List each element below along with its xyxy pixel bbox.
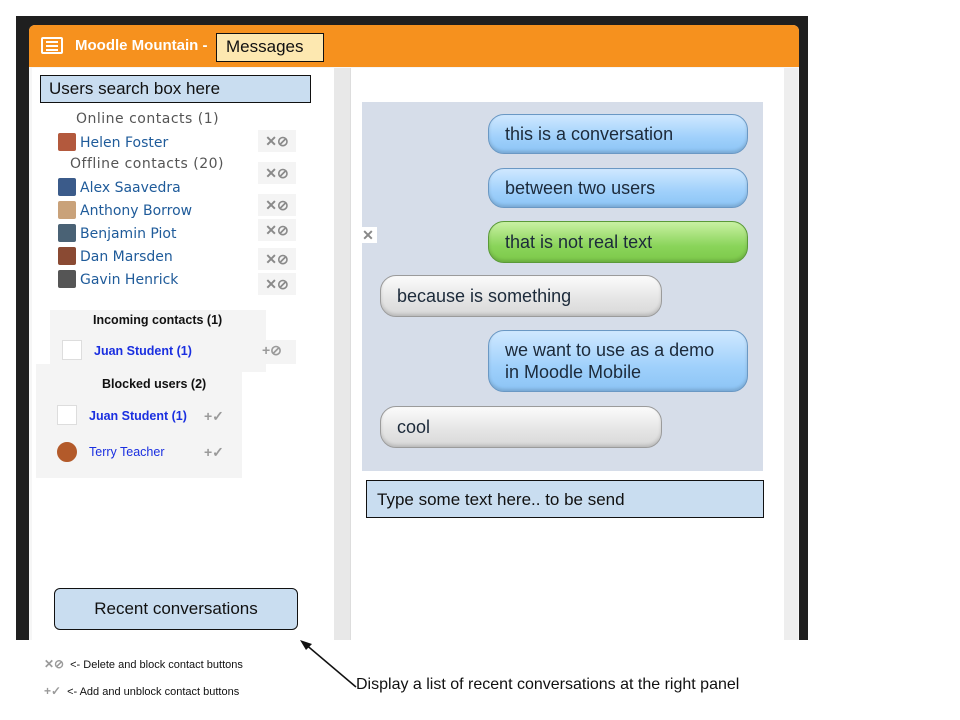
avatar xyxy=(62,340,82,360)
legend-delete: ✕⊘ <- Delete and block contact buttons xyxy=(44,657,243,671)
messages-callout: Messages xyxy=(216,33,324,62)
blocked-users-box: Blocked users (2) Juan Student (1) +✓ Te… xyxy=(36,364,242,478)
contact-anthony-borrow[interactable]: Anthony Borrow xyxy=(58,201,192,221)
avatar xyxy=(58,247,76,265)
scrollbar-track[interactable] xyxy=(784,68,798,640)
close-icon[interactable]: ✕ xyxy=(359,227,377,243)
incoming-contact-juan-student[interactable]: Juan Student (1) xyxy=(94,344,192,358)
incoming-actions: +⊘ xyxy=(258,340,296,364)
app-header: Moodle Mountain - xyxy=(29,25,799,67)
offline-contacts-heading: Offline contacts (20) xyxy=(70,156,224,172)
contact-name: Dan Marsden xyxy=(80,249,173,265)
avatar xyxy=(58,224,76,242)
delete-block-icons: ✕⊘ xyxy=(44,657,65,671)
add-unblock-icons: +✓ xyxy=(44,684,62,698)
legend-text: <- Delete and block contact buttons xyxy=(70,659,243,671)
arrow-icon xyxy=(300,640,357,688)
avatar xyxy=(57,405,77,425)
message-bubble: because is something xyxy=(380,275,662,317)
message-bubble: we want to use as a demo in Moodle Mobil… xyxy=(488,330,748,392)
menu-icon[interactable] xyxy=(41,37,63,54)
delete-block-icons[interactable]: ✕⊘ xyxy=(258,130,296,152)
contact-benjamin-piot[interactable]: Benjamin Piot xyxy=(58,224,177,244)
delete-block-icons[interactable]: ✕⊘ xyxy=(258,219,296,241)
message-input[interactable]: Type some text here.. to be send xyxy=(366,480,764,518)
online-contacts-heading: Online contacts (1) xyxy=(76,111,220,127)
delete-block-icons[interactable]: ✕⊘ xyxy=(258,194,296,216)
contact-alex-saavedra[interactable]: Alex Saavedra xyxy=(58,178,181,198)
add-unblock-icons[interactable]: +✓ xyxy=(204,444,224,461)
legend-add: +✓ <- Add and unblock contact buttons xyxy=(44,684,239,698)
message-bubble: this is a conversation xyxy=(488,114,748,154)
avatar xyxy=(58,201,76,219)
blocked-users-heading: Blocked users (2) xyxy=(102,377,207,391)
legend-text: <- Add and unblock contact buttons xyxy=(67,686,240,698)
recent-conversations-button[interactable]: Recent conversations xyxy=(54,588,298,630)
message-line: we want to use as a demo xyxy=(505,340,715,360)
conversation-area: this is a conversation between two users… xyxy=(362,102,763,471)
search-input[interactable]: Users search box here xyxy=(40,75,311,103)
delete-block-icons[interactable]: ✕⊘ xyxy=(258,162,296,184)
annotation-note: Display a list of recent conversations a… xyxy=(356,676,740,693)
panel-divider xyxy=(334,68,350,640)
add-block-icons[interactable]: +⊘ xyxy=(262,342,282,359)
avatar xyxy=(58,270,76,288)
message-bubble: that is not real text xyxy=(488,221,748,263)
contact-dan-marsden[interactable]: Dan Marsden xyxy=(58,247,173,267)
contact-name: Helen Foster xyxy=(80,135,169,151)
message-bubble: cool xyxy=(380,406,662,448)
avatar xyxy=(58,178,76,196)
delete-block-icons[interactable]: ✕⊘ xyxy=(258,273,296,295)
blocked-user-terry-teacher[interactable]: Terry Teacher xyxy=(89,445,165,459)
add-unblock-icons[interactable]: +✓ xyxy=(204,408,224,425)
delete-block-icons[interactable]: ✕⊘ xyxy=(258,248,296,270)
avatar xyxy=(58,133,76,151)
message-bubble: between two users xyxy=(488,168,748,208)
contact-gavin-henrick[interactable]: Gavin Henrick xyxy=(58,270,178,290)
contact-helen-foster[interactable]: Helen Foster xyxy=(58,133,168,153)
blocked-user-juan-student[interactable]: Juan Student (1) xyxy=(89,409,187,423)
incoming-contacts-box: Incoming contacts (1) Juan Student (1) xyxy=(50,310,266,372)
site-title: Moodle Mountain - xyxy=(75,37,208,54)
message-line: in Moodle Mobile xyxy=(505,362,642,382)
incoming-contacts-heading: Incoming contacts (1) xyxy=(93,313,223,327)
avatar xyxy=(57,442,77,462)
contact-name: Alex Saavedra xyxy=(80,180,181,196)
contact-name: Benjamin Piot xyxy=(80,226,177,242)
contact-name: Gavin Henrick xyxy=(80,272,179,288)
contact-name: Anthony Borrow xyxy=(80,203,193,219)
